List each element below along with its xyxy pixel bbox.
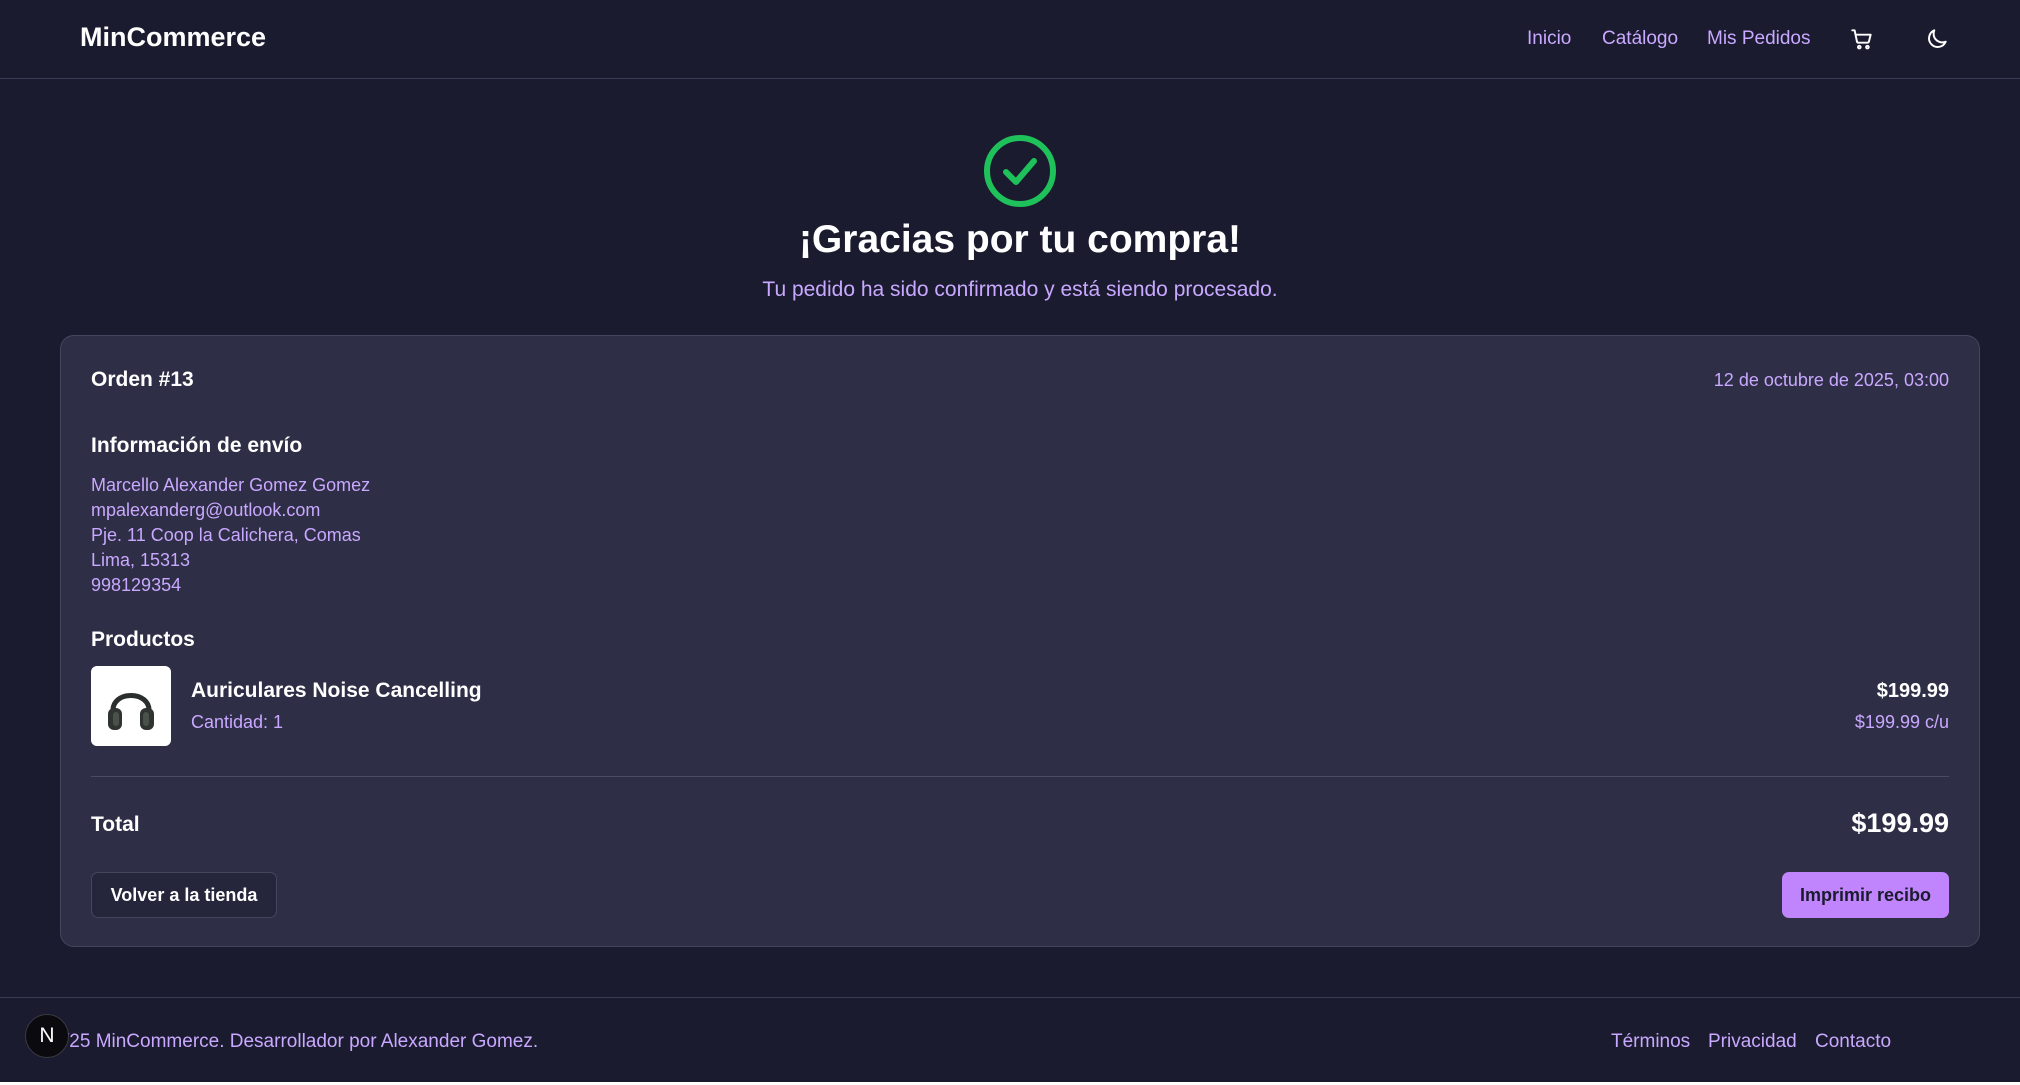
shipping-address: Pje. 11 Coop la Calichera, Comas [91,525,361,545]
total-label: Total [91,813,140,836]
page-title: ¡Gracias por tu compra! [798,218,1242,261]
back-to-store-button[interactable]: Volver a la tienda [91,872,277,918]
order-card: Orden #13 12 de octubre de 2025, 03:00 I… [60,335,1980,947]
footer-link-privacidad[interactable]: Privacidad [1708,1031,1797,1053]
dev-tools-badge[interactable]: N [25,1014,69,1058]
products-heading: Productos [91,628,195,651]
check-circle-icon [982,133,1058,209]
product-name: Auriculares Noise Cancelling [191,679,482,702]
order-date: 12 de octubre de 2025, 03:00 [1713,370,1949,390]
divider [91,776,1949,777]
site-footer: /25 MinCommerce. Desarrollador por Alexa… [0,997,2020,1085]
footer-copyright: /25 MinCommerce. Desarrollador por Alexa… [64,1031,539,1052]
site-header: MinCommerce Inicio Catálogo Mis Pedidos [0,0,2020,79]
product-price: $199.99 [1876,680,1949,702]
page-subtitle: Tu pedido ha sido confirmado y está sien… [762,278,1278,301]
total-value: $199.99 [1851,808,1949,838]
nav-catalogo[interactable]: Catálogo [1602,28,1678,50]
shipping-name: Marcello Alexander Gomez Gomez [91,475,371,495]
cart-icon[interactable] [1849,26,1875,52]
nav-inicio[interactable]: Inicio [1527,28,1571,50]
product-quantity: Cantidad: 1 [191,712,284,732]
nav-mis-pedidos[interactable]: Mis Pedidos [1707,28,1811,50]
print-receipt-button[interactable]: Imprimir recibo [1782,872,1949,918]
shipping-phone: 998129354 [91,575,182,595]
shipping-heading: Información de envío [91,434,303,457]
moon-icon[interactable] [1924,26,1950,52]
brand-logo[interactable]: MinCommerce [80,22,266,53]
product-image [91,666,171,746]
footer-link-contacto[interactable]: Contacto [1815,1031,1891,1053]
product-unit-price: $199.99 c/u [1854,712,1949,732]
order-title: Orden #13 [91,368,194,391]
headphones-icon [108,693,154,730]
shipping-city: Lima, 15313 [91,550,191,570]
footer-link-terminos[interactable]: Términos [1611,1031,1690,1053]
shipping-email: mpalexanderg@outlook.com [91,500,321,520]
shipping-info: Marcello Alexander Gomez Gomez mpalexand… [91,473,370,598]
